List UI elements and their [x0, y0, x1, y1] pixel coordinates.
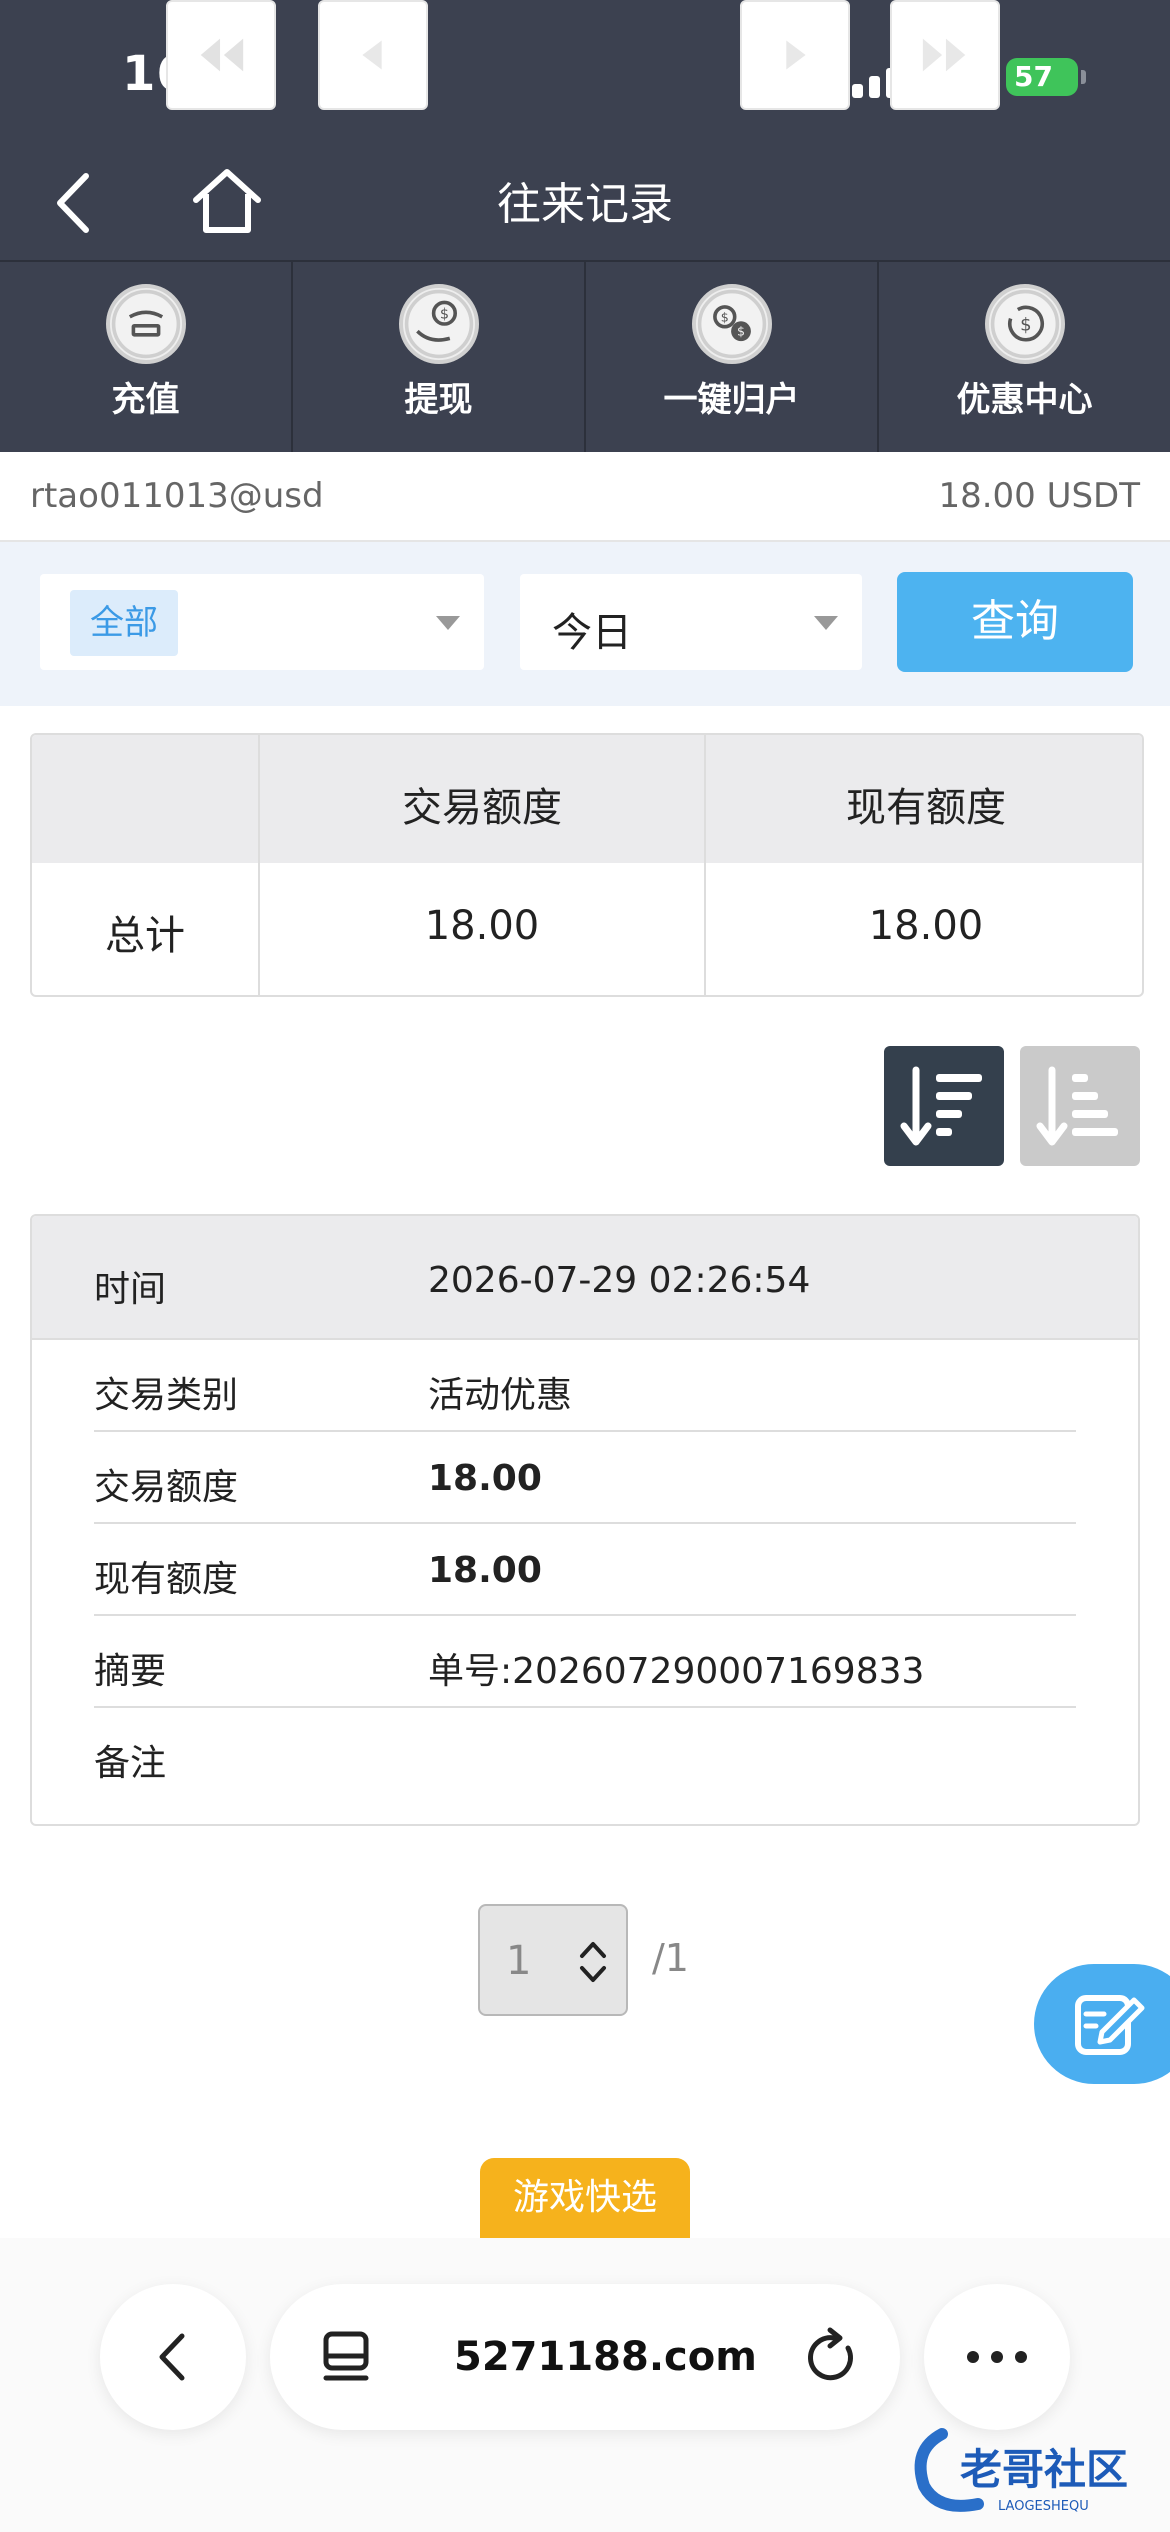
query-button[interactable]: 查询	[897, 572, 1133, 672]
record-value: 单号:202607290007169833	[428, 1651, 925, 1692]
stepper-icon	[580, 1942, 606, 1982]
next-page-button[interactable]	[740, 0, 850, 110]
battery-icon: 57	[1006, 58, 1086, 96]
period-value: 今日	[552, 610, 632, 656]
category-tag: 全部	[70, 590, 178, 656]
current-page: 1	[506, 1938, 532, 1984]
promo-icon: $	[984, 284, 1065, 364]
summary-row-label: 总计	[105, 913, 185, 959]
record-key: 交易额度	[94, 1467, 239, 1508]
record-row: 摘要 单号:202607290007169833	[94, 1616, 1076, 1708]
record-value: 活动优惠	[428, 1375, 573, 1416]
url-text: 5271188.com	[454, 2334, 757, 2380]
battery-level: 57	[1014, 60, 1053, 93]
page-select[interactable]: 1	[478, 1904, 628, 2016]
last-page-icon	[922, 38, 966, 72]
prev-page-button[interactable]	[318, 0, 428, 110]
first-page-button[interactable]	[166, 0, 276, 110]
record-key: 交易类别	[94, 1375, 239, 1416]
reload-icon[interactable]	[802, 2326, 862, 2388]
divider	[704, 735, 706, 995]
account-username: rtao011013@usd	[30, 476, 324, 516]
sort-descending-icon	[900, 1066, 982, 1146]
floating-edit-button[interactable]	[1034, 1964, 1170, 2084]
record-value: 18.00	[428, 1550, 542, 1591]
record-row: 现有额度 18.00	[94, 1524, 1076, 1616]
record-value: 18.00	[428, 1458, 542, 1499]
summary-header-current-amount: 现有额度	[846, 785, 1006, 831]
more-icon	[967, 2351, 1027, 2363]
divider	[258, 735, 260, 995]
record-time-label: 时间	[94, 1269, 167, 1310]
record-time-row: 时间 2026-07-29 02:26:54	[32, 1216, 1138, 1340]
record-key: 现有额度	[94, 1559, 239, 1600]
deposit-icon	[105, 284, 186, 364]
sort-descending-button[interactable]	[884, 1046, 1004, 1166]
prev-page-icon	[362, 40, 382, 70]
account-balance: 18.00 USDT	[938, 476, 1140, 516]
svg-text:$: $	[736, 324, 744, 339]
category-select[interactable]: 全部	[40, 574, 484, 670]
record-key: 备注	[94, 1743, 167, 1784]
svg-text:$: $	[439, 307, 448, 323]
chevron-down-icon	[814, 616, 838, 630]
transfer-icon: $ $	[691, 284, 772, 364]
summary-current-amount: 18.00	[868, 903, 984, 949]
record-row: 交易额度 18.00	[94, 1432, 1076, 1524]
svg-text:LAOGESHEQU: LAOGESHEQU	[998, 2499, 1089, 2514]
svg-text:$: $	[720, 309, 728, 324]
withdraw-button[interactable]: $ 提现	[293, 262, 586, 452]
deposit-label: 充值	[111, 380, 180, 420]
transfer-button[interactable]: $ $ 一键归户	[586, 262, 879, 452]
promo-label: 优惠中心	[956, 380, 1093, 420]
quick-action-bar: 充值 $ 提现 $ $ 一键归户 $ 优惠中心	[0, 260, 1170, 452]
promo-center-button[interactable]: $ 优惠中心	[879, 262, 1170, 452]
more-options-button[interactable]	[924, 2284, 1070, 2430]
tabs-icon	[323, 2331, 369, 2381]
page-title: 往来记录	[497, 179, 673, 230]
record-key: 摘要	[94, 1651, 167, 1692]
game-quick-select-button[interactable]: 游戏快选	[480, 2158, 690, 2238]
last-page-button[interactable]	[890, 0, 1000, 110]
deposit-button[interactable]: 充值	[0, 262, 293, 452]
record-time-value: 2026-07-29 02:26:54	[428, 1260, 811, 1301]
withdraw-icon: $	[398, 284, 479, 364]
summary-trade-amount: 18.00	[424, 903, 540, 949]
first-page-icon	[200, 38, 244, 72]
record-card: 时间 2026-07-29 02:26:54 交易类别 活动优惠 交易额度 18…	[30, 1214, 1140, 1826]
account-info: rtao011013@usd 18.00 USDT	[0, 452, 1170, 542]
chevron-left-icon	[159, 2333, 185, 2381]
sort-ascending-button[interactable]	[1020, 1046, 1140, 1166]
filter-bar: 全部 今日 查询	[0, 542, 1170, 706]
record-row: 备注	[94, 1708, 1076, 1800]
watermark-logo: 老哥社区 LAOGESHEQU	[914, 2428, 1128, 2514]
browser-back-button[interactable]	[100, 2284, 246, 2430]
transfer-label: 一键归户	[663, 380, 800, 420]
chevron-down-icon	[436, 616, 460, 630]
edit-icon	[1075, 1995, 1145, 2055]
next-page-icon	[786, 40, 806, 70]
withdraw-label: 提现	[404, 380, 473, 420]
period-select[interactable]: 今日	[520, 574, 862, 670]
record-row: 交易类别 活动优惠	[94, 1340, 1076, 1432]
summary-header-trade-amount: 交易额度	[402, 785, 562, 831]
address-bar[interactable]: 5271188.com	[270, 2284, 900, 2430]
page-total: /1	[652, 1936, 689, 1980]
svg-text:老哥社区: 老哥社区	[960, 2445, 1128, 2494]
svg-text:$: $	[1020, 314, 1031, 335]
sort-ascending-icon	[1036, 1066, 1118, 1146]
summary-table: 交易额度 现有额度 总计 18.00 18.00	[30, 733, 1144, 997]
